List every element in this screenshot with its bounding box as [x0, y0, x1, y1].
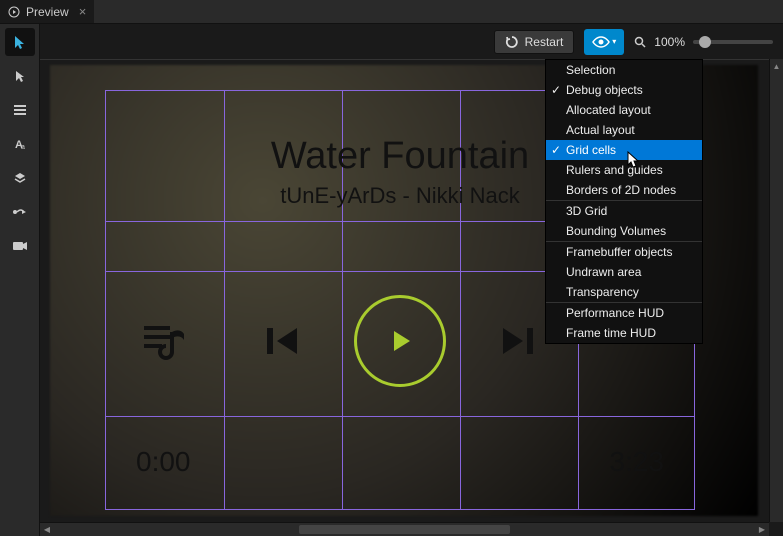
- scroll-left-icon[interactable]: ◀: [40, 523, 54, 536]
- visibility-button[interactable]: ▾: [584, 29, 624, 55]
- chevron-down-icon: ▾: [612, 37, 616, 46]
- grid-icon: [13, 103, 27, 117]
- menu-item[interactable]: Selection: [546, 60, 702, 80]
- top-toolbar: Restart ▾ 100%: [40, 24, 783, 60]
- search-icon[interactable]: [634, 36, 646, 48]
- scroll-track[interactable]: [54, 523, 755, 536]
- menu-item-label: Transparency: [566, 285, 639, 299]
- zoom-thumb[interactable]: [699, 36, 711, 48]
- menu-item[interactable]: Bounding Volumes: [546, 221, 702, 241]
- arrow-cursor-icon: [13, 69, 27, 83]
- menu-item[interactable]: ✓ Debug objects: [546, 80, 702, 100]
- menu-item-label: 3D Grid: [566, 204, 607, 218]
- total-time: 3:23: [610, 446, 665, 478]
- scroll-up-icon[interactable]: ▲: [770, 59, 783, 73]
- zoom-label: 100%: [654, 35, 685, 49]
- visibility-dropdown[interactable]: Selection ✓ Debug objects Allocated layout A…: [545, 59, 703, 344]
- menu-item[interactable]: Framebuffer objects: [546, 242, 702, 262]
- camera-icon: [12, 240, 28, 252]
- menu-item-label: Allocated layout: [566, 103, 651, 117]
- connect-icon: [12, 205, 28, 219]
- menu-item-label: Rulers and guides: [566, 163, 663, 177]
- tool-grid[interactable]: [5, 96, 35, 124]
- menu-item[interactable]: Undrawn area: [546, 262, 702, 282]
- previous-button[interactable]: [224, 291, 342, 391]
- skip-previous-icon: [261, 320, 303, 362]
- tool-camera[interactable]: [5, 232, 35, 260]
- tool-text[interactable]: Aa: [5, 130, 35, 158]
- restart-label: Restart: [525, 35, 564, 49]
- menu-item-label: Frame time HUD: [566, 326, 656, 340]
- scroll-right-icon[interactable]: ▶: [755, 523, 769, 536]
- text-icon: Aa: [13, 137, 27, 151]
- menu-item-label: Selection: [566, 63, 615, 77]
- menu-item[interactable]: Actual layout: [546, 120, 702, 140]
- tool-connect[interactable]: [5, 198, 35, 226]
- zoom-control: 100%: [634, 35, 773, 49]
- menu-item-label: Grid cells: [566, 143, 616, 157]
- zoom-slider[interactable]: [693, 40, 773, 44]
- menu-item[interactable]: Frame time HUD: [546, 323, 702, 343]
- close-icon[interactable]: ×: [79, 4, 87, 19]
- menu-item[interactable]: Rulers and guides: [546, 160, 702, 180]
- menu-item-label: Bounding Volumes: [566, 224, 666, 238]
- time-row: 0:00 3:23: [106, 414, 694, 509]
- tab-preview[interactable]: Preview ×: [0, 0, 94, 23]
- restart-icon: [505, 35, 519, 49]
- tab-label: Preview: [26, 5, 69, 19]
- menu-item-label: Framebuffer objects: [566, 245, 673, 259]
- elapsed-time: 0:00: [136, 446, 191, 478]
- menu-item[interactable]: ✓ Grid cells: [546, 140, 702, 160]
- tab-bar: Preview ×: [0, 0, 783, 24]
- check-icon: ✓: [551, 83, 561, 97]
- menu-item-label: Performance HUD: [566, 306, 664, 320]
- mouse-cursor-icon: [627, 151, 641, 169]
- menu-item[interactable]: Performance HUD: [546, 303, 702, 323]
- left-toolbar: Aa: [0, 24, 40, 536]
- play-button[interactable]: [341, 291, 459, 391]
- skip-next-icon: [497, 320, 539, 362]
- menu-item-label: Debug objects: [566, 83, 643, 97]
- menu-item[interactable]: Borders of 2D nodes: [546, 180, 702, 200]
- menu-item-label: Undrawn area: [566, 265, 641, 279]
- play-icon: [384, 325, 416, 357]
- check-icon: ✓: [551, 143, 561, 157]
- playlist-icon: [140, 320, 190, 362]
- tool-select[interactable]: [5, 62, 35, 90]
- interact-cursor-icon: [11, 33, 29, 51]
- playlist-button[interactable]: [106, 291, 224, 391]
- tool-interact[interactable]: [5, 28, 35, 56]
- tool-layers[interactable]: [5, 164, 35, 192]
- menu-item[interactable]: Allocated layout: [546, 100, 702, 120]
- menu-item[interactable]: 3D Grid: [546, 201, 702, 221]
- play-circle-icon: [8, 6, 20, 18]
- scroll-thumb[interactable]: [299, 525, 509, 534]
- restart-button[interactable]: Restart: [494, 30, 575, 54]
- menu-item[interactable]: Transparency: [546, 282, 702, 302]
- scrollbar-horizontal[interactable]: ◀ ▶: [40, 522, 769, 536]
- svg-text:a: a: [21, 144, 25, 151]
- eye-icon: [592, 36, 610, 48]
- layers-icon: [13, 171, 27, 185]
- scrollbar-vertical[interactable]: ▲: [769, 59, 783, 522]
- menu-item-label: Actual layout: [566, 123, 635, 137]
- menu-item-label: Borders of 2D nodes: [566, 183, 676, 197]
